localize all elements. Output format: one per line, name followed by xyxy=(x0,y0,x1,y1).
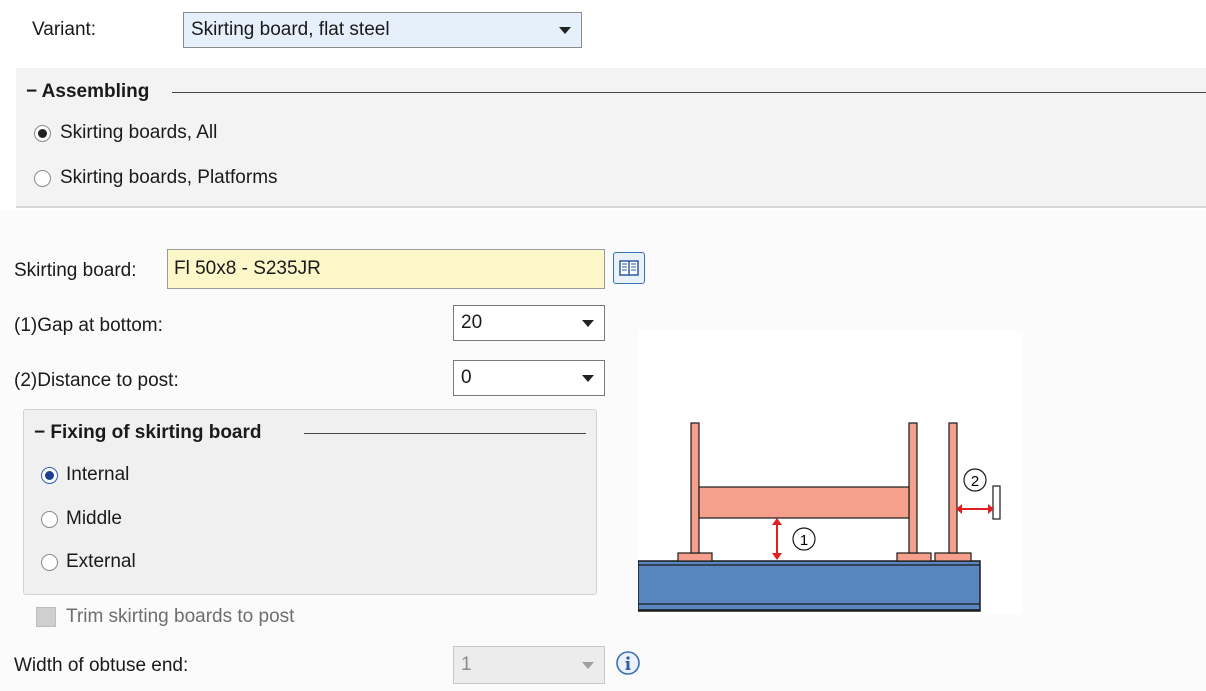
skirting-diagram: 1 2 xyxy=(637,331,1023,615)
radio-button[interactable] xyxy=(41,511,58,528)
trim-label: Trim skirting boards to post xyxy=(66,606,295,627)
gap-at-bottom-value: 20 xyxy=(461,312,483,333)
skirting-diagram-graphic: 1 2 xyxy=(637,422,1001,612)
radio-button[interactable] xyxy=(34,170,51,187)
chevron-down-icon xyxy=(582,320,594,327)
radio-middle[interactable]: Middle xyxy=(41,507,221,533)
radio-label: Skirting boards, All xyxy=(60,122,218,143)
variant-label: Variant: xyxy=(32,19,97,40)
radio-button[interactable] xyxy=(41,554,58,571)
assembling-title: − Assembling xyxy=(26,81,150,102)
marker-2-text: 2 xyxy=(971,473,979,490)
radio-label: Middle xyxy=(66,508,122,529)
variant-dropdown[interactable]: Skirting board, flat steel xyxy=(183,12,582,48)
skirting-board-value: Fl 50x8 - S235JR xyxy=(174,258,321,279)
gap-at-bottom-dropdown[interactable]: 20 xyxy=(453,305,605,341)
info-icon-graphic xyxy=(616,651,640,675)
obtuse-end-value: 1 xyxy=(461,654,472,675)
catalog-icon xyxy=(619,260,639,276)
fixing-title: − Fixing of skirting board xyxy=(34,422,262,443)
radio-internal[interactable]: Internal xyxy=(41,463,221,489)
obtuse-end-dropdown[interactable]: 1 xyxy=(453,646,605,684)
chevron-down-icon xyxy=(559,27,571,34)
radio-label: Skirting boards, Platforms xyxy=(60,167,278,188)
chevron-down-icon xyxy=(582,662,594,669)
assembling-group: − Assembling Skirting boards, All Skirti… xyxy=(16,68,1206,208)
assembling-divider xyxy=(172,92,1206,93)
chevron-down-icon xyxy=(582,375,594,382)
obtuse-end-label: Width of obtuse end: xyxy=(14,655,189,676)
gap-at-bottom-label: (1)Gap at bottom: xyxy=(14,315,163,336)
marker-1-text: 1 xyxy=(800,532,808,549)
radio-skirting-all[interactable]: Skirting boards, All xyxy=(34,121,294,147)
radio-label: External xyxy=(66,551,136,572)
distance-to-post-label: (2)Distance to post: xyxy=(14,370,179,391)
catalog-browse-button[interactable] xyxy=(613,252,645,284)
fixing-group: − Fixing of skirting board Internal Midd… xyxy=(23,409,597,595)
trim-checkbox[interactable] xyxy=(36,607,56,627)
skirting-board-shape xyxy=(698,486,910,519)
radio-button[interactable] xyxy=(34,125,51,142)
distance-to-post-value: 0 xyxy=(461,367,472,388)
variant-value: Skirting board, flat steel xyxy=(191,19,390,40)
fixing-divider xyxy=(304,433,586,434)
post-left xyxy=(690,422,700,554)
skirting-board-label: Skirting board: xyxy=(14,260,137,281)
info-icon[interactable] xyxy=(615,650,641,676)
skirting-board-field[interactable]: Fl 50x8 - S235JR xyxy=(167,249,605,289)
radio-skirting-platforms[interactable]: Skirting boards, Platforms xyxy=(34,166,334,192)
radio-label: Internal xyxy=(66,464,130,485)
trim-checkbox-row[interactable]: Trim skirting boards to post xyxy=(36,604,366,630)
radio-button[interactable] xyxy=(41,467,58,484)
radio-external[interactable]: External xyxy=(41,550,221,576)
post-middle xyxy=(908,422,918,554)
distance-to-post-dropdown[interactable]: 0 xyxy=(453,360,605,396)
post-right xyxy=(948,422,958,554)
